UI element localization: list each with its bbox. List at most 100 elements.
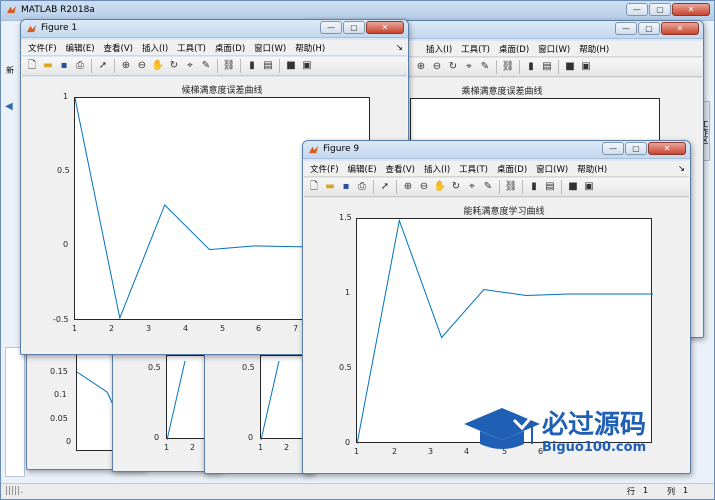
menu-window[interactable]: 窗口(W)	[536, 163, 568, 175]
legend-icon[interactable]: ▤	[261, 59, 275, 73]
figure1-close-button[interactable]: ✕	[366, 21, 404, 34]
link-icon[interactable]: ⛓	[222, 59, 236, 73]
dock-icon[interactable]: ▣	[300, 59, 314, 73]
rotate-icon[interactable]: ↻	[167, 59, 181, 73]
colorbar-icon[interactable]: ▮	[527, 180, 541, 194]
brush-icon[interactable]: ✎	[478, 60, 492, 74]
main-maximize-button[interactable]: ▢	[649, 3, 671, 16]
figure9-close-button[interactable]: ✕	[648, 142, 686, 155]
dock-icon[interactable]: ▣	[579, 60, 593, 74]
main-status-bar: |||||. 行 1 列 1	[1, 483, 714, 499]
menu-desktop[interactable]: 桌面(D)	[497, 163, 527, 175]
main-close-button[interactable]: ✕	[672, 3, 710, 16]
figure9-ytick: 1.5	[339, 213, 352, 222]
link-icon[interactable]: ⛓	[501, 60, 515, 74]
menu-tools[interactable]: 工具(T)	[459, 163, 488, 175]
back-icon[interactable]: ◀	[5, 101, 13, 112]
menu-tools[interactable]: 工具(T)	[461, 43, 490, 55]
hide-tools-icon[interactable]: ■	[284, 59, 298, 73]
zoom-out-icon[interactable]: ⊖	[417, 180, 431, 194]
menu-window[interactable]: 窗口(W)	[254, 42, 286, 54]
figure1-xtick: 1	[72, 324, 78, 333]
bg-c-xtick: 1	[258, 443, 264, 452]
figure9-title: Figure 9	[323, 144, 360, 154]
rotate-icon[interactable]: ↻	[446, 60, 460, 74]
save-icon[interactable]: ▪	[339, 180, 353, 194]
bg-c-ytick: 0	[248, 433, 254, 442]
legend-icon[interactable]: ▤	[543, 180, 557, 194]
zoom-in-icon[interactable]: ⊕	[414, 60, 428, 74]
rotate-icon[interactable]: ↻	[449, 180, 463, 194]
print-icon[interactable]: ⎙	[73, 59, 87, 73]
colorbar-icon[interactable]: ▮	[524, 60, 538, 74]
watermark-url: Biguo100.com	[542, 440, 647, 455]
menu-arrow-icon[interactable]: ↘	[678, 164, 685, 174]
pointer-icon[interactable]: ➚	[96, 59, 110, 73]
status-grip-icon: |||||.	[5, 486, 24, 496]
legend-icon[interactable]: ▤	[540, 60, 554, 74]
new-file-icon[interactable]: 🗋	[307, 180, 321, 194]
figure1-xtick: 7	[293, 324, 299, 333]
data-cursor-icon[interactable]: ⌖	[465, 180, 479, 194]
figure9-ytick: 0.5	[339, 363, 352, 372]
watermark: 必过源码 Biguo100.com	[462, 402, 672, 462]
figure1-toolbar: 🗋 ▬ ▪ ⎙ ➚ ⊕ ⊖ ✋ ↻ ⌖ ✎ ⛓ ▮ ▤ ■ ▣	[22, 57, 407, 76]
pan-icon[interactable]: ✋	[151, 59, 165, 73]
menu-arrow-icon[interactable]: ↘	[396, 43, 403, 53]
pointer-icon[interactable]: ➚	[378, 180, 392, 194]
data-cursor-icon[interactable]: ⌖	[183, 59, 197, 73]
menu-view[interactable]: 查看(V)	[104, 42, 133, 54]
figure1-xtick: 3	[146, 324, 152, 333]
brush-icon[interactable]: ✎	[199, 59, 213, 73]
colorbar-icon[interactable]: ▮	[245, 59, 259, 73]
menu-insert[interactable]: 插入(I)	[142, 42, 168, 54]
save-icon[interactable]: ▪	[57, 59, 71, 73]
figure9-toolbar: 🗋 ▬ ▪ ⎙ ➚ ⊕ ⊖ ✋ ↻ ⌖ ✎ ⛓ ▮ ▤ ■ ▣	[304, 178, 689, 197]
menu-window[interactable]: 窗口(W)	[538, 43, 570, 55]
open-folder-icon[interactable]: ▬	[41, 59, 55, 73]
menu-edit[interactable]: 编辑(E)	[66, 42, 95, 54]
behind-minimize-button[interactable]: —	[615, 22, 637, 35]
menu-insert[interactable]: 插入(I)	[426, 43, 452, 55]
figure1-maximize-button[interactable]: ▢	[343, 21, 365, 34]
brush-icon[interactable]: ✎	[481, 180, 495, 194]
zoom-in-icon[interactable]: ⊕	[401, 180, 415, 194]
menu-desktop[interactable]: 桌面(D)	[215, 42, 245, 54]
menu-tools[interactable]: 工具(T)	[177, 42, 206, 54]
pan-icon[interactable]: ✋	[433, 180, 447, 194]
bg-a-ytick: 0	[66, 437, 72, 446]
menu-help[interactable]: 帮助(H)	[579, 43, 609, 55]
data-cursor-icon[interactable]: ⌖	[462, 60, 476, 74]
menu-desktop[interactable]: 桌面(D)	[499, 43, 529, 55]
hide-tools-icon[interactable]: ■	[563, 60, 577, 74]
menu-edit[interactable]: 编辑(E)	[348, 163, 377, 175]
zoom-in-icon[interactable]: ⊕	[119, 59, 133, 73]
zoom-out-icon[interactable]: ⊖	[430, 60, 444, 74]
behind-close-button[interactable]: ✕	[661, 22, 699, 35]
link-icon[interactable]: ⛓	[504, 180, 518, 194]
figure1-minimize-button[interactable]: —	[320, 21, 342, 34]
figure1-titlebar: Figure 1 — ▢ ✕	[21, 20, 408, 38]
menu-help[interactable]: 帮助(H)	[295, 42, 325, 54]
zoom-out-icon[interactable]: ⊖	[135, 59, 149, 73]
figure9-maximize-button[interactable]: ▢	[625, 142, 647, 155]
menu-file[interactable]: 文件(F)	[310, 163, 339, 175]
dock-icon[interactable]: ▣	[582, 180, 596, 194]
main-window-title: MATLAB R2018a	[21, 5, 95, 15]
figure1-title: Figure 1	[41, 23, 78, 33]
figure9-minimize-button[interactable]: —	[602, 142, 624, 155]
menu-file[interactable]: 文件(F)	[28, 42, 57, 54]
figure9-ytick: 0	[345, 438, 351, 447]
open-folder-icon[interactable]: ▬	[323, 180, 337, 194]
menu-help[interactable]: 帮助(H)	[577, 163, 607, 175]
menu-view[interactable]: 查看(V)	[386, 163, 415, 175]
figure1-menubar: 文件(F) 编辑(E) 查看(V) 插入(I) 工具(T) 桌面(D) 窗口(W…	[22, 40, 407, 56]
figure9-xtick: 1	[354, 447, 360, 456]
print-icon[interactable]: ⎙	[355, 180, 369, 194]
behind-maximize-button[interactable]: ▢	[638, 22, 660, 35]
main-minimize-button[interactable]: —	[626, 3, 648, 16]
hide-tools-icon[interactable]: ■	[566, 180, 580, 194]
figure1-xtick: 6	[256, 324, 262, 333]
menu-insert[interactable]: 插入(I)	[424, 163, 450, 175]
new-file-icon[interactable]: 🗋	[25, 59, 39, 73]
